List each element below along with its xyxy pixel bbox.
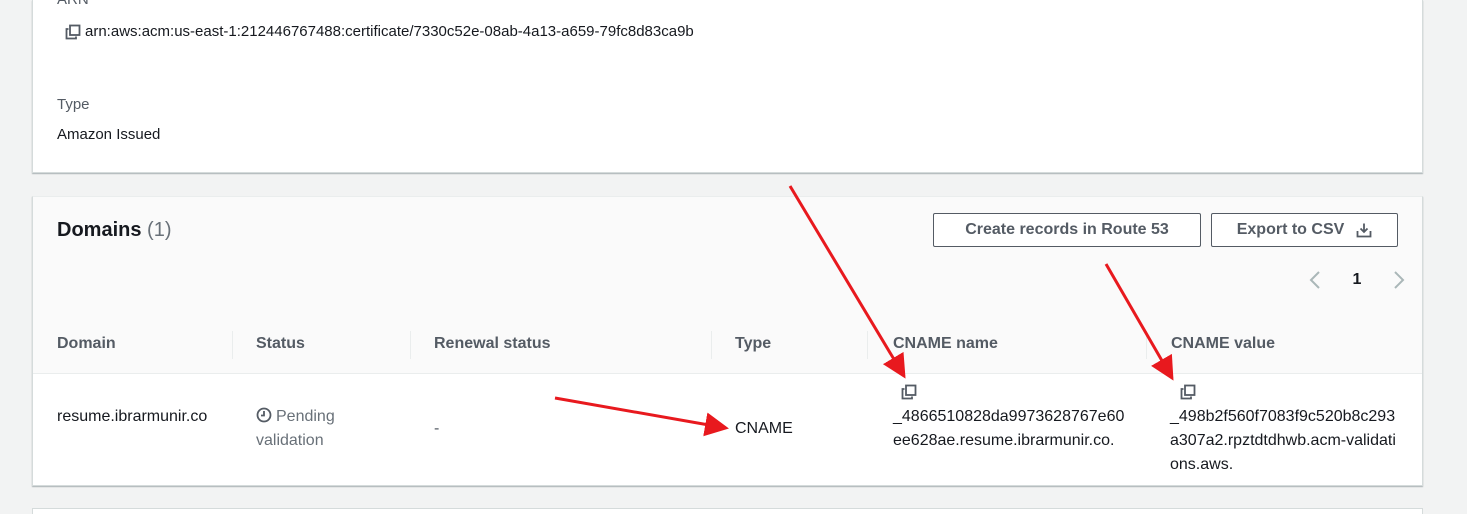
column-header-type[interactable]: Type xyxy=(735,315,771,373)
cell-type: CNAME xyxy=(735,420,793,437)
chevron-left-icon[interactable] xyxy=(1309,270,1321,290)
cell-domain: resume.ibrarmunir.co xyxy=(57,408,208,425)
download-icon xyxy=(1356,223,1372,238)
arn-label: ARN xyxy=(57,0,89,8)
column-header-cname-name[interactable]: CNAME name xyxy=(893,315,998,373)
column-header-renewal-status[interactable]: Renewal status xyxy=(434,315,550,373)
certificate-details-panel: ARN arn:aws:acm:us-east-1:212446767488:c… xyxy=(32,0,1423,173)
cell-cname-value: _498b2f560f7083f9c520b8c293a307a2.rpztdt… xyxy=(1170,381,1400,477)
cell-cname-name: _4866510828da9973628767e60ee628ae.resume… xyxy=(893,381,1125,453)
clock-icon xyxy=(256,407,272,423)
copy-icon[interactable] xyxy=(901,384,917,400)
domains-title-text: Domains xyxy=(57,219,142,241)
cname-value-text: _498b2f560f7083f9c520b8c293a307a2.rpztdt… xyxy=(1170,408,1396,473)
domains-count: (1) xyxy=(147,219,172,241)
domains-header: Domains (1) Create records in Route 53 E… xyxy=(33,197,1422,316)
pagination-current-page[interactable]: 1 xyxy=(1353,271,1362,289)
export-csv-button[interactable]: Export to CSV xyxy=(1211,213,1398,247)
domains-title: Domains (1) xyxy=(57,219,171,242)
create-records-route53-button[interactable]: Create records in Route 53 xyxy=(933,213,1201,247)
create-records-route53-label: Create records in Route 53 xyxy=(965,221,1169,238)
arn-text: arn:aws:acm:us-east-1:212446767488:certi… xyxy=(85,23,694,40)
copy-icon[interactable] xyxy=(1180,384,1196,400)
column-divider[interactable] xyxy=(867,331,868,359)
column-header-domain[interactable]: Domain xyxy=(57,315,116,373)
column-divider[interactable] xyxy=(232,331,233,359)
type-value: Amazon Issued xyxy=(57,126,161,143)
column-header-cname-value[interactable]: CNAME value xyxy=(1171,315,1275,373)
copy-icon[interactable] xyxy=(65,24,81,40)
cell-renewal-status: - xyxy=(434,420,440,437)
pagination: 1 xyxy=(1309,267,1405,293)
column-divider[interactable] xyxy=(1146,331,1147,359)
cname-name-text: _4866510828da9973628767e60ee628ae.resume… xyxy=(893,408,1125,449)
arn-copy-button[interactable] xyxy=(57,20,85,44)
chevron-right-icon[interactable] xyxy=(1393,270,1405,290)
domains-table-header: Domain Status Renewal status Type CNAME … xyxy=(33,315,1422,374)
next-panel-edge xyxy=(32,508,1423,514)
type-label: Type xyxy=(57,96,90,113)
cell-status: Pending validation xyxy=(256,405,386,453)
arn-value: arn:aws:acm:us-east-1:212446767488:certi… xyxy=(57,20,717,44)
column-header-status[interactable]: Status xyxy=(256,315,305,373)
column-divider[interactable] xyxy=(711,331,712,359)
column-divider[interactable] xyxy=(410,331,411,359)
domains-panel: Domains (1) Create records in Route 53 E… xyxy=(32,196,1423,486)
export-csv-label: Export to CSV xyxy=(1236,221,1345,238)
